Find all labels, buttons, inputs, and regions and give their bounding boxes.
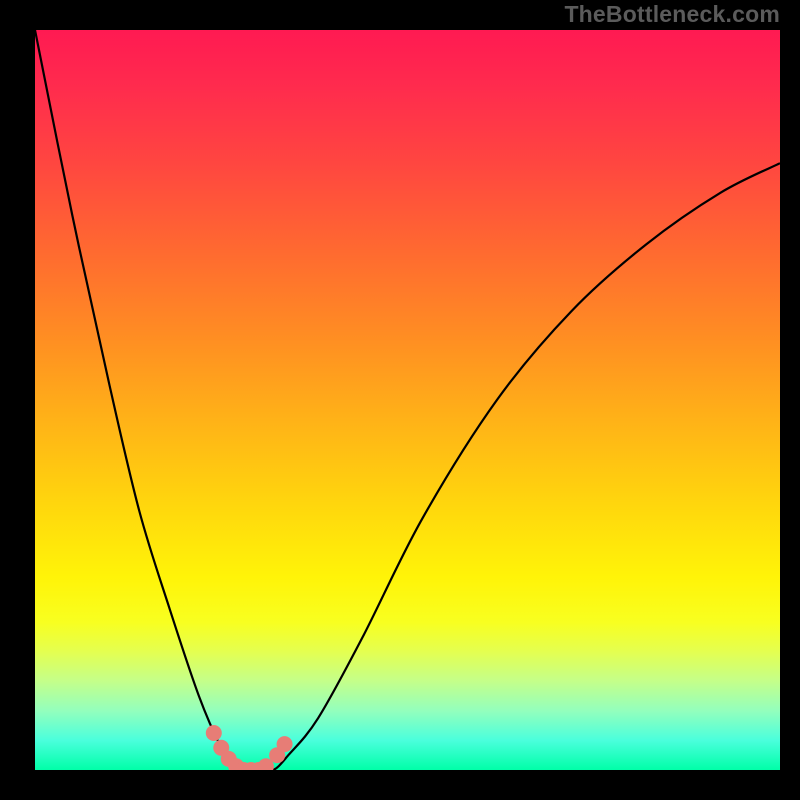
highlight-dots — [206, 725, 293, 770]
plot-area — [35, 30, 780, 770]
bottleneck-curve — [35, 30, 780, 770]
curve-layer — [35, 30, 780, 770]
highlight-dot — [206, 725, 222, 741]
chart-frame: TheBottleneck.com — [0, 0, 800, 800]
watermark-text: TheBottleneck.com — [564, 1, 780, 28]
highlight-dot — [277, 736, 293, 752]
